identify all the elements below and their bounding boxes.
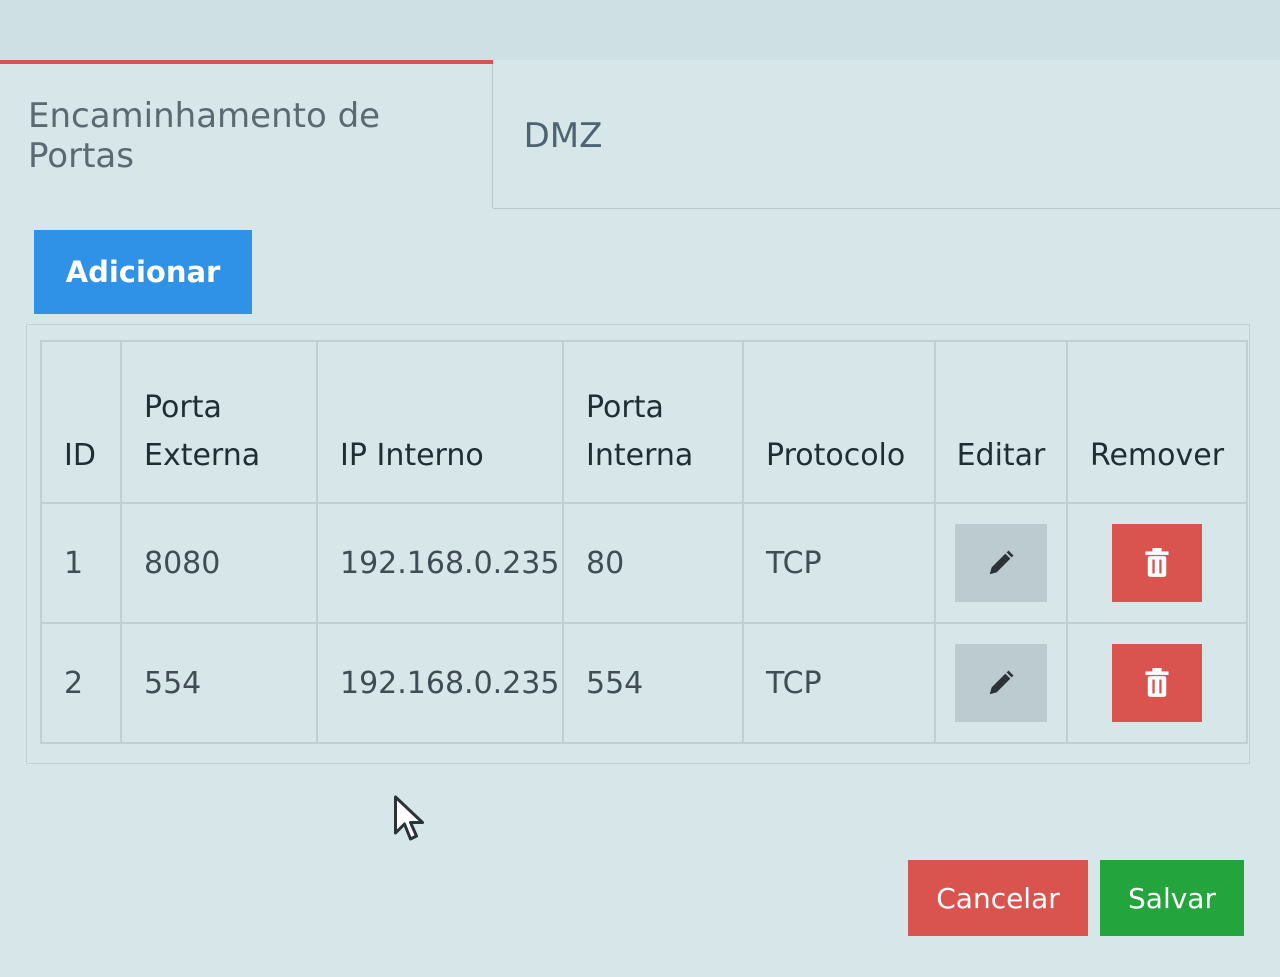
trash-icon (1145, 548, 1169, 577)
cell-external-port: 554 (120, 622, 318, 744)
cell-edit (934, 622, 1068, 744)
header-edit: Editar (934, 340, 1068, 504)
cell-remove (1066, 502, 1248, 624)
edit-button[interactable] (955, 644, 1047, 722)
cancel-button[interactable]: Cancelar (908, 860, 1088, 936)
remove-button[interactable] (1112, 524, 1202, 602)
header-internal-port: Porta Interna (562, 340, 744, 504)
table-row: 1 8080 192.168.0.235 80 TCP (40, 502, 1248, 624)
tab-port-forwarding[interactable]: Encaminhamento de Portas (0, 64, 493, 208)
cell-internal-ip: 192.168.0.235 (316, 622, 564, 744)
cell-id: 1 (40, 502, 122, 624)
pencil-icon (989, 670, 1014, 695)
cell-internal-ip: 192.168.0.235 (316, 502, 564, 624)
header-protocol: Protocolo (742, 340, 936, 504)
cell-external-port: 8080 (120, 502, 318, 624)
tab-divider (493, 208, 1280, 209)
pencil-icon (989, 550, 1014, 575)
tab-dmz[interactable]: DMZ (493, 64, 633, 208)
cell-internal-port: 80 (562, 502, 744, 624)
table-header-row: ID Porta Externa IP Interno Porta Intern… (40, 340, 1248, 504)
header-remove: Remover (1066, 340, 1248, 504)
remove-button[interactable] (1112, 644, 1202, 722)
header-id: ID (40, 340, 122, 504)
trash-icon (1145, 668, 1169, 697)
cell-protocol: TCP (742, 622, 936, 744)
header-internal-ip: IP Interno (316, 340, 564, 504)
header-external-port: Porta Externa (120, 340, 318, 504)
port-forwarding-panel: Encaminhamento de Portas DMZ Adicionar I… (0, 60, 1280, 977)
cell-protocol: TCP (742, 502, 936, 624)
edit-button[interactable] (955, 524, 1047, 602)
table-row: 2 554 192.168.0.235 554 TCP (40, 622, 1248, 744)
cell-internal-port: 554 (562, 622, 744, 744)
cell-id: 2 (40, 622, 122, 744)
port-forwarding-table: ID Porta Externa IP Interno Porta Intern… (40, 340, 1248, 744)
mouse-pointer-icon (394, 795, 424, 841)
save-button[interactable]: Salvar (1100, 860, 1244, 936)
add-button[interactable]: Adicionar (34, 230, 252, 314)
cell-edit (934, 502, 1068, 624)
cell-remove (1066, 622, 1248, 744)
